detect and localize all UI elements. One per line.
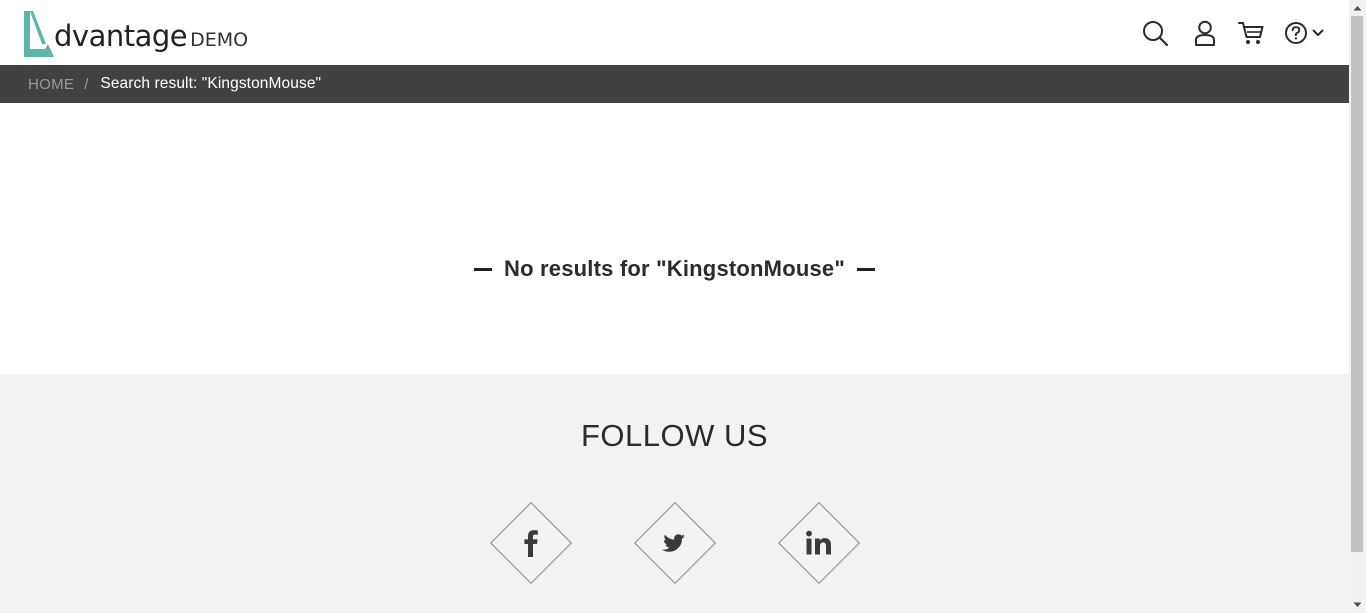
arrow-down-icon	[1353, 602, 1362, 607]
cart-icon	[1238, 22, 1264, 44]
user-icon	[1195, 20, 1215, 46]
no-results-text: No results for "KingstonMouse"	[504, 256, 845, 281]
twitter-link[interactable]	[633, 501, 717, 585]
search-button[interactable]	[1140, 18, 1170, 48]
breadcrumb: HOME / Search result: "KingstonMouse"	[0, 65, 1349, 103]
cart-button[interactable]	[1236, 18, 1266, 48]
right-dash	[856, 267, 875, 271]
linkedin-icon	[806, 530, 831, 555]
left-dash	[474, 267, 492, 271]
no-results-message: No results for "KingstonMouse"	[0, 256, 1349, 282]
scroll-thumb[interactable]	[1351, 16, 1363, 552]
site-footer: FOLLOW US	[0, 374, 1349, 613]
search-results-area: No results for "KingstonMouse"	[0, 103, 1349, 374]
facebook-icon	[524, 530, 538, 557]
twitter-icon	[662, 534, 685, 552]
logo-mark-icon	[24, 11, 54, 57]
follow-us-title: FOLLOW US	[580, 418, 769, 453]
linkedin-link[interactable]	[777, 501, 861, 585]
logo[interactable]: dvantage DEMO	[22, 9, 248, 57]
help-icon	[1285, 22, 1307, 44]
arrow-up-icon	[1353, 6, 1362, 11]
logo-demo-label: DEMO	[190, 29, 249, 51]
scroll-down-button[interactable]	[1349, 597, 1366, 613]
site-header: dvantage DEMO	[0, 0, 1349, 65]
vertical-scrollbar[interactable]	[1349, 0, 1366, 613]
help-menu-button[interactable]	[1284, 18, 1328, 48]
page: dvantage DEMO HOME / Search result: "Kin…	[0, 0, 1349, 613]
user-menu-button[interactable]	[1190, 18, 1220, 48]
search-icon	[1143, 21, 1168, 46]
breadcrumb-home-link[interactable]: HOME	[28, 76, 74, 93]
breadcrumb-separator: /	[84, 75, 89, 93]
facebook-link[interactable]	[489, 501, 573, 585]
scroll-up-button[interactable]	[1349, 0, 1366, 16]
breadcrumb-current: Search result: "KingstonMouse"	[100, 75, 322, 92]
logo-wordmark: dvantage	[54, 19, 188, 53]
chevron-down-icon	[1312, 29, 1324, 36]
